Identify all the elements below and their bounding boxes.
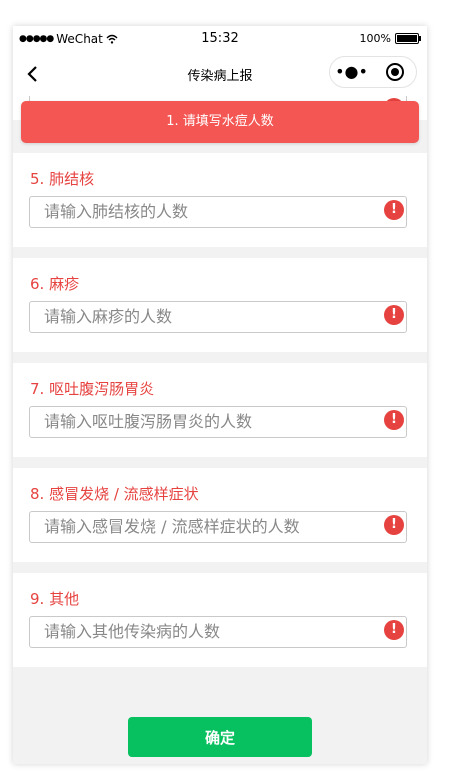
warning-icon: ! bbox=[384, 305, 404, 325]
close-mini-program-button[interactable] bbox=[373, 63, 416, 81]
nav-bar: 传染病上报 •●• bbox=[13, 52, 427, 96]
warning-icon: ! bbox=[384, 410, 404, 430]
error-toast: 1. 请填写水痘人数 bbox=[21, 101, 419, 143]
battery-percent: 100% bbox=[359, 32, 391, 45]
form-content: 5. 肺结核 请输入肺结核的人数 ! 6. 麻疹 请输入麻疹的人数 ! 7. 呕… bbox=[13, 96, 427, 764]
field-label: 9. 其他 bbox=[30, 590, 80, 608]
warning-icon: ! bbox=[384, 515, 404, 535]
battery-icon bbox=[395, 33, 421, 44]
close-circle-icon bbox=[385, 63, 404, 81]
warning-icon: ! bbox=[384, 620, 404, 640]
other-disease-input[interactable]: 请输入其他传染病的人数 bbox=[29, 616, 407, 648]
more-icon[interactable]: •●• bbox=[330, 58, 373, 86]
field-card-flu: 8. 感冒发烧 / 流感样症状 请输入感冒发烧 / 流感样症状的人数 ! bbox=[13, 468, 427, 562]
field-card-gastroenteritis: 7. 呕吐腹泻肠胃炎 请输入呕吐腹泻肠胃炎的人数 ! bbox=[13, 363, 427, 457]
phone-frame: ●●●●● WeChat 15:32 100% 传染病上报 •●• 5. 肺结核… bbox=[13, 26, 427, 764]
field-label: 8. 感冒发烧 / 流感样症状 bbox=[30, 485, 199, 503]
field-card-tuberculosis: 5. 肺结核 请输入肺结核的人数 ! bbox=[13, 153, 427, 247]
mini-program-capsule: •●• bbox=[329, 56, 417, 88]
field-label: 5. 肺结核 bbox=[30, 170, 95, 188]
field-label: 6. 麻疹 bbox=[30, 275, 80, 293]
gastroenteritis-input[interactable]: 请输入呕吐腹泻肠胃炎的人数 bbox=[29, 406, 407, 438]
field-card-measles: 6. 麻疹 请输入麻疹的人数 ! bbox=[13, 258, 427, 352]
flu-symptoms-input[interactable]: 请输入感冒发烧 / 流感样症状的人数 bbox=[29, 511, 407, 543]
status-bar: ●●●●● WeChat 15:32 100% bbox=[13, 26, 427, 52]
field-card-other: 9. 其他 请输入其他传染病的人数 ! bbox=[13, 573, 427, 667]
measles-input[interactable]: 请输入麻疹的人数 bbox=[29, 301, 407, 333]
tuberculosis-input[interactable]: 请输入肺结核的人数 bbox=[29, 196, 407, 228]
confirm-button[interactable]: 确定 bbox=[128, 717, 312, 757]
field-label: 7. 呕吐腹泻肠胃炎 bbox=[30, 380, 155, 398]
battery-status: 100% bbox=[359, 32, 421, 45]
warning-icon: ! bbox=[384, 200, 404, 220]
